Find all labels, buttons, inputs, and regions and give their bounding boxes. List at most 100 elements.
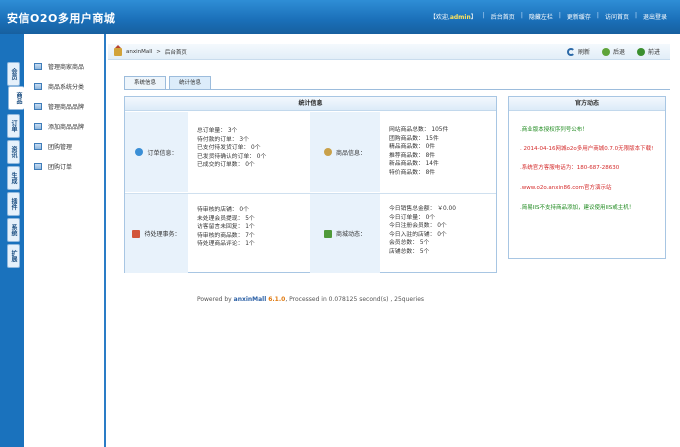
mall-dynamic-label: 商城动态： <box>310 194 380 273</box>
nav-hide-sidebar[interactable]: 隐藏左栏 <box>524 12 558 21</box>
goods-info-values: 网站商品总数： 105件 团购商品数： 15件 精品商品数： 0件 推荐商品数：… <box>380 126 496 178</box>
sidebar: 管理商家商品 商品系统分类 管理商品品牌 添加商品品牌 团购管理 团购订单 <box>24 34 106 447</box>
sidebar-item-label: 商品系统分类 <box>48 83 85 91</box>
goods-label-text: 商品信息： <box>335 149 366 157</box>
nav-update-cache[interactable]: 更新缓存 <box>562 12 596 21</box>
forward-label: 前进 <box>647 49 660 56</box>
today-sales: 今日销售总金额： ￥0.00 <box>389 206 456 212</box>
tab-system-info[interactable]: 系统信息 <box>124 76 167 89</box>
pending-messages: 访客留言未回复： 1个 <box>197 224 255 231</box>
sidebar-item-label: 添加商品品牌 <box>48 123 85 131</box>
home-icon <box>114 45 122 56</box>
shop-total: 店铺总数： 5个 <box>389 248 430 255</box>
today-members: 今日注册会员数： 0个 <box>389 223 447 230</box>
goods-total: 网站商品总数： 105件 <box>389 127 449 133</box>
username: admin <box>449 14 471 21</box>
breadcrumb: anxinMall > 后台首页 <box>114 45 187 56</box>
rail-tab-orders[interactable]: 订单 <box>7 114 20 138</box>
official-news-panel: 官方动态 .商业版本授权序列号公布！ . 2014-04-16网城o2o多用户商… <box>508 96 666 259</box>
tab-statistics[interactable]: 统计信息 <box>169 76 212 89</box>
list-icon <box>34 62 42 70</box>
footer-prefix: Powered by <box>196 296 234 303</box>
news-item[interactable]: .系统官方客服电话为：180-687-28630 <box>509 164 665 172</box>
top-nav: 【欢迎,admin】 | 后台首页 | 隐藏左栏 | 更新缓存 | 访问首页 |… <box>425 12 672 21</box>
footer-version: 6.1.0 <box>268 296 286 303</box>
rail-tab-news[interactable]: 资讯 <box>7 140 20 164</box>
forward-button[interactable]: 前进 <box>636 47 660 56</box>
sidebar-item-groupbuy[interactable]: 团购管理 <box>34 136 84 156</box>
pending-label-text: 待处理事务： <box>144 231 181 238</box>
back-button[interactable]: 后退 <box>601 47 625 56</box>
news-item[interactable]: .简易IIS不支持商品添加，建议使用IIS或主机！ <box>509 204 665 212</box>
refresh-label: 刷新 <box>577 49 590 56</box>
sidebar-item-manage-goods[interactable]: 管理商家商品 <box>34 56 84 76</box>
pending-goods: 待审核的商品数： 7个 <box>197 232 255 239</box>
welcome-text: 【欢迎,admin】 <box>425 12 482 21</box>
goods-recommended: 推荐商品数： 8件 <box>389 152 436 159</box>
sidebar-item-add-brand[interactable]: 添加商品品牌 <box>34 116 84 136</box>
goods-icon <box>323 148 332 156</box>
list-icon <box>34 82 42 90</box>
order-info-label: 订单信息： <box>125 112 188 192</box>
member-total: 会员总数： 5个 <box>389 240 430 247</box>
goods-info-label: 商品信息： <box>310 112 380 192</box>
info-tabs: 系统信息 统计信息 <box>124 76 214 89</box>
breadcrumb-current: 后台首页 <box>164 50 187 56</box>
news-title: 官方动态 <box>509 97 665 111</box>
sidebar-item-manage-brand[interactable]: 管理商品品牌 <box>34 96 84 116</box>
goods-featured: 精品商品数： 0件 <box>389 144 436 151</box>
news-item[interactable]: .www.o2o.anxin86.com官方演示站 <box>509 184 665 192</box>
chart-icon <box>323 229 332 238</box>
list-icon <box>34 102 42 110</box>
order-paid-unshipped: 已支付待发货订单： 0个 <box>197 145 261 152</box>
nav-logout[interactable]: 退出登录 <box>638 12 672 21</box>
pending-values: 待审核的店铺： 0个 未处理会员提现： 5个 访客留言未回复： 1个 待审核的商… <box>188 206 310 249</box>
rail-tab-system[interactable]: 系统 <box>7 218 20 242</box>
sidebar-item-label: 团购订单 <box>48 163 73 171</box>
top-header: 安信O2O多用户商城 【欢迎,admin】 | 后台首页 | 隐藏左栏 | 更新… <box>0 0 680 34</box>
sidebar-item-groupbuy-orders[interactable]: 团购订单 <box>34 156 84 176</box>
nav-admin-home[interactable]: 后台首页 <box>486 12 520 21</box>
footer-brand[interactable]: anxinMall <box>234 296 267 303</box>
goods-groupbuy: 团购商品数： 15件 <box>389 135 439 142</box>
pending-comments: 待处理商品评论： 1个 <box>197 241 255 248</box>
app-logo-title: 安信O2O多用户商城 <box>7 12 116 25</box>
news-item[interactable]: .商业版本授权序列号公布！ <box>509 126 665 134</box>
mall-dynamic-values: 今日销售总金额： ￥0.00 今日订单量： 0个 今日注册会员数： 0个 今日入… <box>380 205 496 257</box>
goods-special: 特价商品数： 8件 <box>389 169 436 176</box>
back-label: 后退 <box>612 49 625 56</box>
order-unpaid: 待付款的订单： 3个 <box>197 136 249 143</box>
back-icon <box>601 47 610 56</box>
sidebar-item-goods-category[interactable]: 商品系统分类 <box>34 76 84 96</box>
breadcrumb-bar: anxinMall > 后台首页 刷新 后退 前进 <box>108 44 670 60</box>
rail-tab-goods[interactable]: 商品 <box>8 86 24 110</box>
footer-suffix: , Processed in 0.078125 second(s) , 25qu… <box>285 296 425 303</box>
nav-visit-home[interactable]: 访问首页 <box>600 12 634 21</box>
order-icon <box>135 148 144 156</box>
rail-tab-extend[interactable]: 扩展 <box>7 244 20 268</box>
stats-panel: 统计信息 订单信息： 总订单量： 3个 待付款的订单： 3个 已支付待发货订单：… <box>124 96 497 273</box>
order-total: 总订单量： 3个 <box>197 128 238 134</box>
welcome-prefix: 【欢迎, <box>429 14 450 21</box>
forward-icon <box>636 47 645 56</box>
rail-tab-plugins[interactable]: 插件 <box>7 192 20 216</box>
order-completed: 已成交的订单数： 0个 <box>197 162 255 169</box>
tab-divider <box>124 89 670 90</box>
sidebar-item-label: 团购管理 <box>48 143 73 151</box>
footer: Powered by anxinMall 6.1.0, Processed in… <box>124 296 497 303</box>
today-orders: 今日订单量： 0个 <box>389 214 436 221</box>
goods-new: 新品商品数： 14件 <box>389 161 439 168</box>
stats-title: 统计信息 <box>125 97 496 111</box>
refresh-button[interactable]: 刷新 <box>566 47 590 56</box>
breadcrumb-site[interactable]: anxinMall <box>126 49 152 55</box>
news-item[interactable]: . 2014-04-16网城o2o多用户商城0.7.0无限版本下载! <box>509 145 665 153</box>
pending-withdrawals: 未处理会员提现： 5个 <box>197 215 255 222</box>
rail-tab-members[interactable]: 会员 <box>7 62 20 86</box>
module-rail: 会员 商品 订单 资讯 生成 插件 系统 扩展 <box>0 34 24 447</box>
list-icon <box>34 122 42 130</box>
sidebar-item-label: 管理商品品牌 <box>48 103 85 111</box>
order-info-values: 总订单量： 3个 待付款的订单： 3个 已支付待发货订单： 0个 已发货待确认的… <box>188 127 310 170</box>
rail-tab-generate[interactable]: 生成 <box>7 166 20 190</box>
order-shipped-unconfirmed: 已发货待确认的订单： 0个 <box>197 153 267 160</box>
breadcrumb-separator: > <box>156 49 161 55</box>
